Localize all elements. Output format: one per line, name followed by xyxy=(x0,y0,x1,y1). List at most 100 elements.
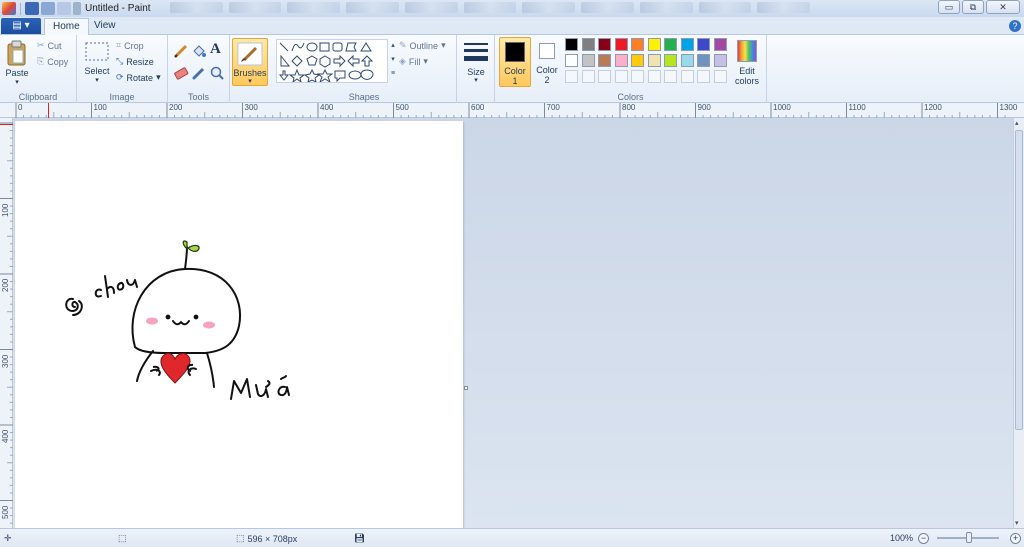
palette-swatch[interactable] xyxy=(697,54,710,67)
paste-button[interactable]: Paste ▾ xyxy=(3,38,31,88)
zoom-text: 100% xyxy=(890,533,914,543)
color2-button[interactable]: Color 2 xyxy=(533,37,561,87)
palette-custom-slot[interactable] xyxy=(598,70,611,83)
redo-icon[interactable] xyxy=(57,2,71,15)
paint-app-icon[interactable] xyxy=(2,2,16,15)
scroll-down-icon[interactable]: ▾ xyxy=(1015,519,1019,527)
clipboard-group: Paste ▾ ✂ Cut ⎘ Copy Clipboard xyxy=(0,35,77,103)
palette-swatch[interactable] xyxy=(647,54,661,67)
ruler-tick-label: 100 xyxy=(93,103,107,112)
zoom-slider-thumb[interactable] xyxy=(966,532,972,543)
resize-handle-right[interactable] xyxy=(464,386,468,390)
ruler-tick-label: 0 xyxy=(18,103,23,112)
ruler-tick-label: 1300 xyxy=(999,103,1018,112)
resize-button[interactable]: ⤡ Resize xyxy=(116,56,154,67)
palette-swatch[interactable] xyxy=(697,38,710,51)
minimize-icon[interactable]: ▭ xyxy=(938,0,960,14)
vertical-scrollbar[interactable]: ▴ ▾ xyxy=(1013,118,1024,528)
drawing-canvas[interactable] xyxy=(15,121,468,528)
close-icon[interactable]: ✕ xyxy=(986,0,1020,14)
quick-access-toolbar xyxy=(0,2,81,15)
line-size-icon xyxy=(464,43,488,61)
palette-custom-slot[interactable] xyxy=(647,70,661,83)
palette-swatch[interactable] xyxy=(598,38,611,51)
fill-bucket-icon[interactable] xyxy=(191,43,207,59)
palette-swatch[interactable] xyxy=(565,38,578,51)
customize-qat-icon[interactable] xyxy=(73,2,81,15)
ruler-tick-label: 500 xyxy=(1,505,10,519)
ruler-tick-label: 1200 xyxy=(924,103,942,112)
palette-swatch[interactable] xyxy=(680,38,694,51)
select-dropdown-icon: ▾ xyxy=(95,77,99,84)
palette-swatch[interactable] xyxy=(713,54,727,67)
palette-swatch[interactable] xyxy=(664,54,677,67)
canvas-size-text: 596 × 708px xyxy=(247,533,298,544)
palette-swatch[interactable] xyxy=(647,38,661,51)
outline-button[interactable]: ✎ Outline ▾ xyxy=(399,40,446,51)
left-arm xyxy=(136,350,154,382)
color1-button[interactable]: Color 1 xyxy=(499,37,531,87)
window-title: Untitled - Paint xyxy=(85,3,151,14)
magnifier-icon[interactable] xyxy=(209,65,225,81)
cut-button[interactable]: ✂ Cut xyxy=(37,40,62,51)
shapes-gallery[interactable] xyxy=(276,39,388,83)
select-icon xyxy=(85,42,109,61)
palette-custom-slot[interactable] xyxy=(713,70,727,83)
left-blush xyxy=(146,317,158,325)
palette-swatch[interactable] xyxy=(713,38,727,51)
maximize-icon[interactable]: ⧉ xyxy=(962,0,984,14)
edit-colors-button[interactable]: Edit colors xyxy=(731,38,763,88)
fill-button[interactable]: ◈ Fill ▾ xyxy=(399,56,428,67)
crop-button[interactable]: ⌗ Crop xyxy=(116,40,144,51)
palette-custom-slot[interactable] xyxy=(631,70,644,83)
palette-swatch[interactable] xyxy=(631,54,644,67)
ruler-tick-label: 400 xyxy=(320,103,334,112)
save-icon[interactable] xyxy=(25,2,39,15)
palette-swatch[interactable] xyxy=(614,38,628,51)
paint-menu-button[interactable]: ▤ ▾ xyxy=(1,18,41,34)
tab-view[interactable]: View xyxy=(86,18,124,35)
vertical-scroll-thumb[interactable] xyxy=(1015,130,1023,430)
size-button[interactable]: Size ▾ xyxy=(460,38,492,88)
palette-custom-slot[interactable] xyxy=(697,70,710,83)
paste-icon xyxy=(7,40,26,66)
palette-swatch[interactable] xyxy=(581,38,595,51)
ruler-tick-label: 300 xyxy=(1,354,10,368)
scroll-up-icon[interactable]: ▴ xyxy=(1015,119,1019,127)
copy-button[interactable]: ⎘ Copy xyxy=(37,56,68,67)
help-icon[interactable]: ? xyxy=(1009,20,1021,32)
tab-home[interactable]: Home xyxy=(44,18,89,35)
palette-custom-slot[interactable] xyxy=(565,70,578,83)
zoom-out-icon[interactable]: − xyxy=(918,533,929,544)
select-button[interactable]: Select ▾ xyxy=(82,38,112,88)
image-group: Select ▾ ⌗ Crop ⤡ Resize ⟳ Rotate ▾ Imag… xyxy=(77,35,168,103)
shapes-scroll[interactable]: ▴ ▾ ≡ xyxy=(389,39,397,83)
undo-icon[interactable] xyxy=(41,2,55,15)
palette-swatch[interactable] xyxy=(614,54,628,67)
color2-label: Color xyxy=(536,65,558,75)
text-icon[interactable]: A xyxy=(210,41,221,58)
palette-swatch[interactable] xyxy=(565,54,578,67)
palette-custom-slot[interactable] xyxy=(614,70,628,83)
eraser-icon[interactable] xyxy=(173,65,189,81)
palette-swatch[interactable] xyxy=(631,38,644,51)
tab-view-label: View xyxy=(94,20,116,31)
palette-swatch[interactable] xyxy=(680,54,694,67)
palette-swatch[interactable] xyxy=(581,54,595,67)
ruler-tick-label: 1000 xyxy=(773,103,791,112)
shapes-group-label: Shapes xyxy=(348,92,380,102)
palette-custom-slot[interactable] xyxy=(664,70,677,83)
rotate-button[interactable]: ⟳ Rotate ▾ xyxy=(116,72,161,83)
color-picker-icon[interactable] xyxy=(191,65,207,81)
palette-custom-slot[interactable] xyxy=(680,70,694,83)
palette-swatch[interactable] xyxy=(598,54,611,67)
zoom-in-icon[interactable]: + xyxy=(1010,533,1021,544)
resize-icon: ⤡ xyxy=(116,56,124,66)
zoom-level: 100% xyxy=(890,533,913,543)
ruler-tick-label: 800 xyxy=(622,103,636,112)
palette-swatch[interactable] xyxy=(664,38,677,51)
brushes-button[interactable]: Brushes ▾ xyxy=(232,38,268,86)
mouth xyxy=(172,320,190,326)
palette-custom-slot[interactable] xyxy=(581,70,595,83)
pencil-icon[interactable] xyxy=(173,43,189,59)
